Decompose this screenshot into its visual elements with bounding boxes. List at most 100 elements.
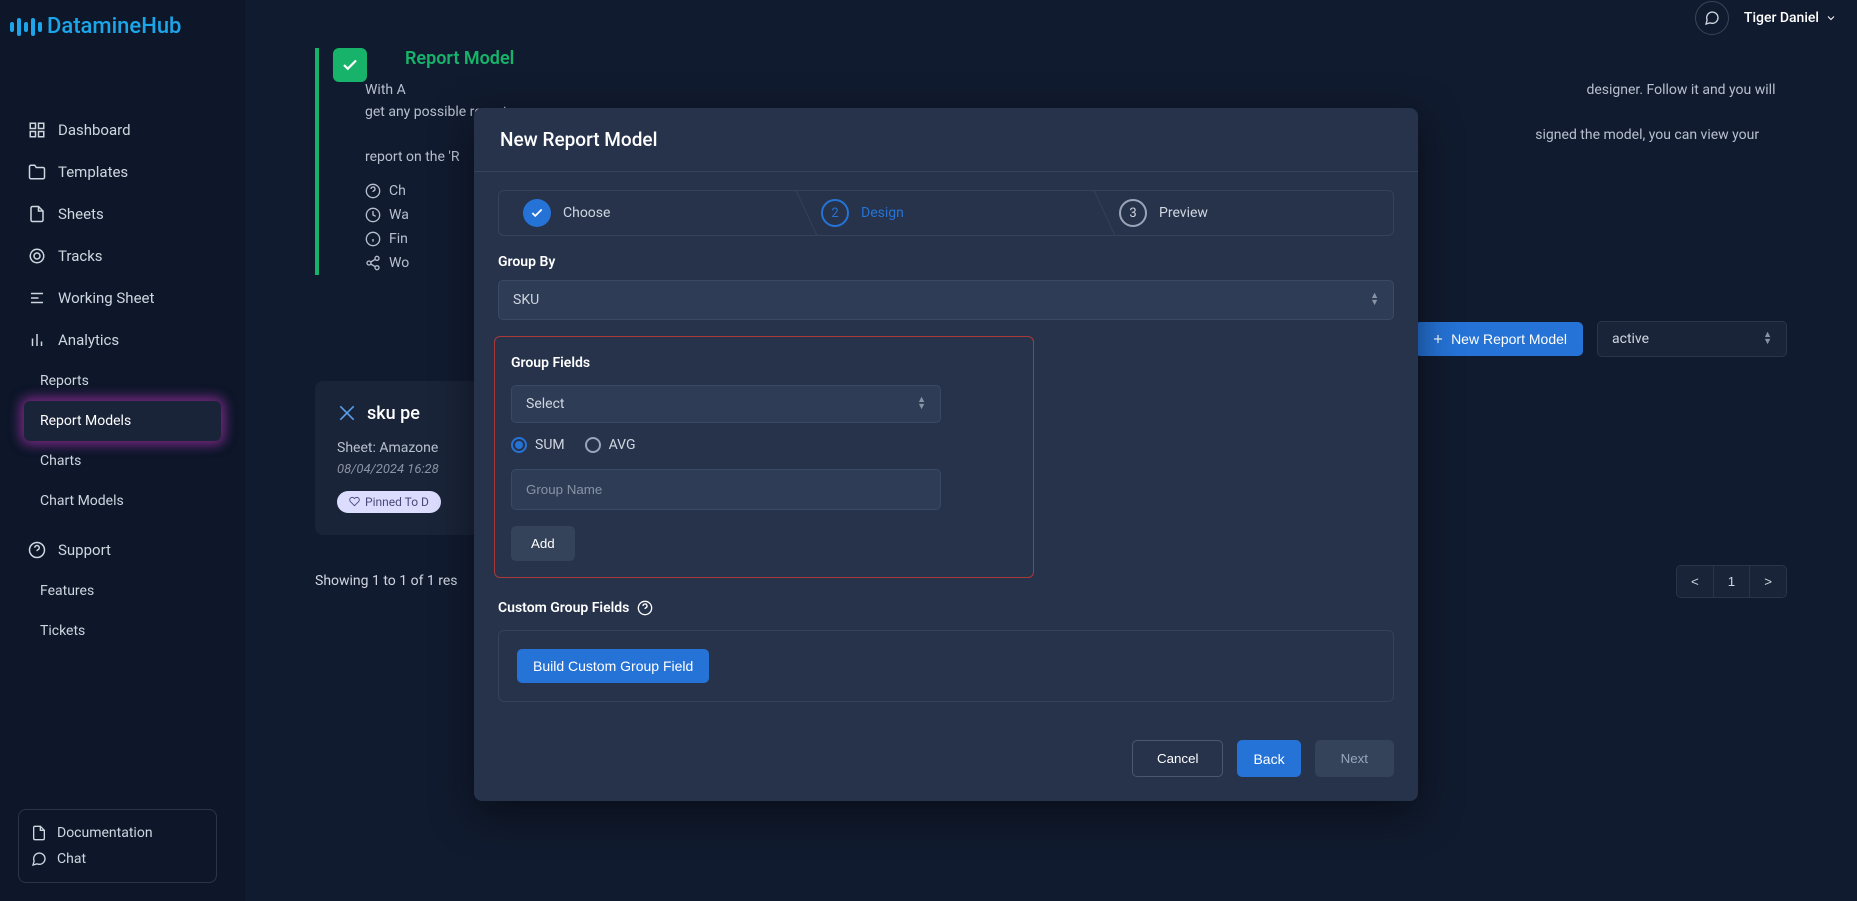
modal-footer: Cancel Back Next — [474, 722, 1418, 801]
chevron-down-icon — [1825, 12, 1837, 24]
chat-button[interactable] — [1695, 1, 1729, 35]
radio-unchecked-icon — [585, 437, 601, 453]
pinned-badge: Pinned To D — [337, 491, 441, 513]
modal-title: New Report Model — [500, 128, 1392, 151]
sidebar-item-label: Tickets — [40, 623, 85, 639]
cancel-button[interactable]: Cancel — [1132, 740, 1224, 777]
wizard-label: Design — [861, 205, 904, 221]
logo[interactable]: DatamineHub — [0, 14, 245, 39]
chevron-updown-icon: ▲▼ — [1370, 293, 1379, 307]
sidebar-item-label: Working Sheet — [58, 289, 154, 307]
compass-icon — [337, 403, 357, 423]
sidebar-item-templates[interactable]: Templates — [0, 151, 245, 193]
documentation-link[interactable]: Documentation — [31, 820, 204, 846]
chat-icon — [31, 851, 47, 867]
share-icon — [365, 255, 381, 271]
radio-checked-icon — [511, 437, 527, 453]
pager-page-button[interactable]: 1 — [1714, 566, 1750, 597]
sidebar-item-label: Chart Models — [40, 493, 124, 509]
sidebar-item-working-sheet[interactable]: Working Sheet — [0, 277, 245, 319]
custom-group-fields-section: Custom Group Fields Build Custom Group F… — [474, 600, 1418, 722]
pagination: < 1 > — [1676, 565, 1787, 598]
grid-icon — [28, 121, 46, 139]
custom-group-fields-label: Custom Group Fields — [498, 600, 1394, 616]
new-report-model-button[interactable]: New Report Model — [1415, 322, 1583, 356]
wizard-label: Preview — [1159, 205, 1208, 221]
pager-prev-button[interactable]: < — [1677, 566, 1714, 597]
wizard-step-choose[interactable]: Choose — [499, 191, 797, 235]
sidebar-item-label: Reports — [40, 373, 89, 389]
select-placeholder: Select — [526, 396, 564, 412]
sidebar-item-analytics[interactable]: Analytics — [0, 319, 245, 361]
folder-icon — [28, 163, 46, 181]
success-check-icon — [333, 48, 367, 82]
help-circle-icon[interactable] — [637, 600, 653, 616]
sidebar-item-sheets[interactable]: Sheets — [0, 193, 245, 235]
help-circle-icon — [365, 183, 381, 199]
group-by-label: Group By — [498, 254, 1394, 270]
topbar: Tiger Daniel — [0, 0, 1857, 35]
radio-label: SUM — [535, 437, 565, 453]
sidebar-item-tickets[interactable]: Tickets — [0, 611, 245, 651]
user-name: Tiger Daniel — [1744, 10, 1819, 26]
sidebar-item-label: Report Models — [40, 413, 131, 429]
group-fields-section: Group Fields Select ▲▼ SUM AVG Add — [494, 336, 1034, 578]
build-custom-group-field-button[interactable]: Build Custom Group Field — [517, 649, 709, 683]
radio-avg[interactable]: AVG — [585, 437, 636, 453]
sidebar-item-features[interactable]: Features — [0, 571, 245, 611]
group-by-section: Group By SKU ▲▼ — [474, 254, 1418, 336]
logo-text: DatamineHub — [47, 14, 181, 39]
wizard-step-preview[interactable]: 3 Preview — [1095, 191, 1393, 235]
sidebar-item-label: Charts — [40, 453, 81, 469]
wizard-step-design[interactable]: 2 Design — [797, 191, 1095, 235]
chevron-updown-icon: ▲▼ — [917, 397, 926, 411]
radio-label: AVG — [609, 437, 636, 453]
help-circle-icon — [28, 541, 46, 559]
new-button-label: New Report Model — [1451, 331, 1567, 347]
sidebar: DatamineHub Dashboard Templates Sheets T… — [0, 0, 245, 901]
add-button[interactable]: Add — [511, 526, 575, 561]
aggregation-radio-group: SUM AVG — [511, 437, 1017, 453]
sidebar-item-tracks[interactable]: Tracks — [0, 235, 245, 277]
back-button[interactable]: Back — [1237, 740, 1300, 777]
sidebar-item-label: Features — [40, 583, 94, 599]
pager-next-button[interactable]: > — [1750, 566, 1786, 597]
sidebar-item-chart-models[interactable]: Chart Models — [0, 481, 245, 521]
group-field-select[interactable]: Select ▲▼ — [511, 385, 941, 423]
sidebar-item-reports[interactable]: Reports — [0, 361, 245, 401]
radio-sum[interactable]: SUM — [511, 437, 565, 453]
sidebar-item-label: Sheets — [58, 205, 104, 223]
sidebar-item-support[interactable]: Support — [0, 529, 245, 571]
status-filter-select[interactable]: active ▲▼ — [1597, 321, 1787, 357]
wizard-label: Choose — [563, 205, 610, 221]
step-number: 3 — [1119, 199, 1147, 227]
sidebar-item-charts[interactable]: Charts — [0, 441, 245, 481]
chat-link[interactable]: Chat — [31, 846, 204, 872]
logo-icon — [10, 18, 42, 36]
group-by-value: SKU — [513, 292, 539, 308]
sidebar-item-report-models[interactable]: Report Models — [24, 401, 221, 441]
modal-header: New Report Model — [474, 108, 1418, 172]
plus-icon — [1431, 332, 1445, 346]
new-report-model-modal: New Report Model Choose 2 Design 3 Previ… — [474, 108, 1418, 801]
sidebar-item-label: Tracks — [58, 247, 103, 265]
results-text: Showing 1 to 1 of 1 res — [315, 573, 458, 589]
group-by-select[interactable]: SKU ▲▼ — [498, 280, 1394, 320]
file-icon — [28, 205, 46, 223]
banner-title: Report Model — [405, 48, 1787, 69]
documentation-label: Documentation — [57, 825, 153, 841]
next-button[interactable]: Next — [1315, 740, 1394, 777]
user-menu[interactable]: Tiger Daniel — [1744, 10, 1837, 26]
wizard-steps: Choose 2 Design 3 Preview — [498, 190, 1394, 236]
filter-value: active — [1612, 331, 1649, 347]
chat-bubble-icon — [1704, 10, 1720, 26]
sidebar-bottom-box: Documentation Chat — [18, 809, 217, 883]
chevron-updown-icon: ▲▼ — [1763, 332, 1772, 346]
group-name-input[interactable] — [511, 469, 941, 510]
group-fields-label: Group Fields — [511, 355, 1017, 371]
sidebar-item-label: Dashboard — [58, 121, 131, 139]
sidebar-item-dashboard[interactable]: Dashboard — [0, 109, 245, 151]
document-icon — [31, 825, 47, 841]
bar-chart-icon — [28, 331, 46, 349]
clock-icon — [365, 207, 381, 223]
